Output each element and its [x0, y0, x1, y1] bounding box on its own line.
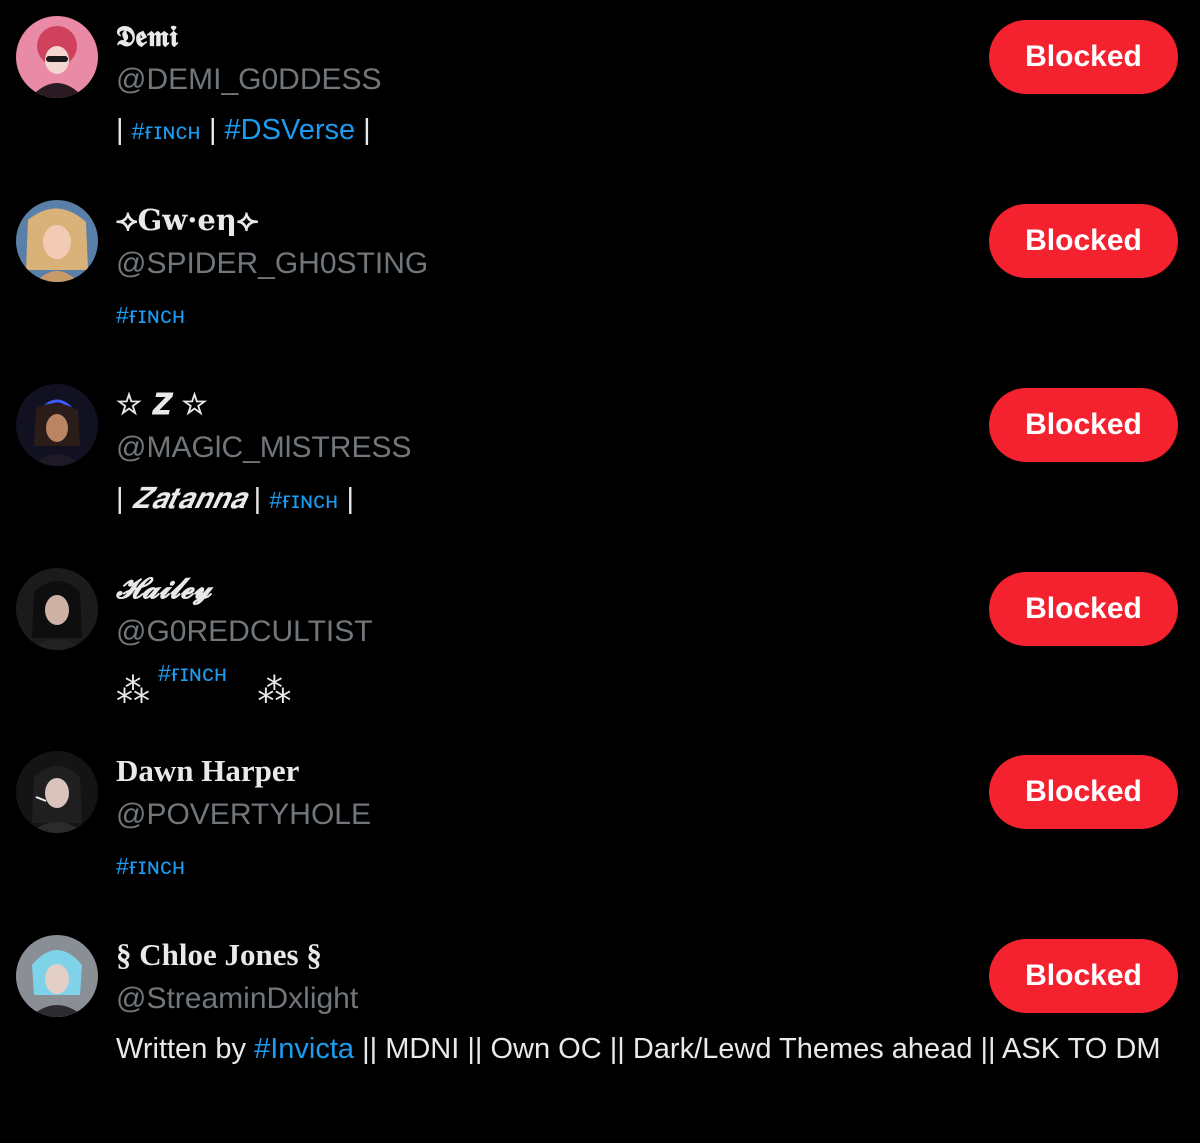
user-handle: @POVERTYHOLE — [116, 798, 371, 831]
user-bio: #ғɪɴᴄʜ — [116, 294, 185, 335]
bio-separator: | — [200, 114, 225, 146]
user-row-gwen[interactable]: ⟢Gw·eη⟣ @SPIDER_GH0STING #ғɪɴᴄʜ Blocked — [0, 184, 1200, 368]
decorative-glyph: ⁂ — [257, 672, 292, 711]
user-bio: ⁂ #ғɪɴᴄʜ ⁂ — [116, 660, 291, 710]
user-bio: #ғɪɴᴄʜ — [116, 845, 185, 886]
user-handle: @SPIDER_GH0STING — [116, 247, 429, 280]
blocked-button[interactable]: Blocked — [989, 388, 1178, 462]
display-name: 𝕯𝖊𝖒𝖎 — [116, 19, 179, 53]
bio-text: || MDNI || Own OC || Dark/Lewd Themes ah… — [354, 1033, 1161, 1065]
display-name: Dawn Harper — [116, 753, 300, 788]
blocked-button[interactable]: Blocked — [989, 939, 1178, 1013]
user-row-z[interactable]: ☆ 𝒁 ☆ @MAGlC_MlSTRESS | 𝒁𝒂𝒕𝒂𝒏𝒏𝒂 | #ғɪɴᴄʜ… — [0, 368, 1200, 552]
bio-separator: | — [116, 483, 132, 515]
user-bio: | #ғɪɴᴄʜ | #DSVerse | — [116, 110, 371, 151]
bio-text: Written by — [116, 1033, 255, 1065]
blocked-button[interactable]: Blocked — [989, 20, 1178, 94]
user-row-dawn-harper[interactable]: Dawn Harper @POVERTYHOLE #ғɪɴᴄʜ Blocked — [0, 735, 1200, 919]
hashtag-link[interactable]: #ғɪɴᴄʜ — [132, 118, 201, 144]
user-bio: Written by #Invicta || MDNI || Own OC ||… — [116, 1029, 1184, 1070]
user-handle: @StreaminDxlight — [116, 982, 359, 1015]
blocked-button[interactable]: Blocked — [989, 572, 1178, 646]
bio-separator: | — [355, 114, 371, 146]
hashtag-link[interactable]: #ғɪɴᴄʜ — [116, 302, 185, 328]
user-row-hailey[interactable]: 𝓗𝓪𝓲𝓵𝓮𝔂 @G0REDCULTIST ⁂ #ғɪɴᴄʜ ⁂ Blocked — [0, 552, 1200, 736]
avatar[interactable] — [16, 384, 98, 466]
display-name: ⟢Gw·eη⟣ — [116, 203, 259, 237]
avatar[interactable] — [16, 568, 98, 650]
bio-separator: | — [116, 114, 132, 146]
avatar[interactable] — [16, 935, 98, 1017]
blocked-button[interactable]: Blocked — [989, 204, 1178, 278]
user-handle: @DEMI_G0DDESS — [116, 63, 382, 96]
avatar[interactable] — [16, 200, 98, 282]
user-handle: @MAGlC_MlSTRESS — [116, 431, 412, 464]
avatar[interactable] — [16, 751, 98, 833]
user-handle: @G0REDCULTIST — [116, 615, 373, 648]
display-name: ☆ 𝒁 ☆ — [116, 387, 208, 421]
bio-text: 𝒁𝒂𝒕𝒂𝒏𝒏𝒂 — [131, 481, 246, 515]
bio-separator: | — [245, 483, 270, 515]
hashtag-link[interactable]: #ғɪɴᴄʜ — [116, 853, 185, 879]
hashtag-link[interactable]: #Invicta — [254, 1033, 354, 1065]
user-row-chloe-jones[interactable]: § Chloe Jones § @StreaminDxlight Written… — [0, 919, 1200, 1143]
user-row-demi[interactable]: 𝕯𝖊𝖒𝖎 @DEMI_G0DDESS | #ғɪɴᴄʜ | #DSVerse |… — [0, 0, 1200, 184]
display-name: 𝓗𝓪𝓲𝓵𝓮𝔂 — [116, 571, 212, 605]
hashtag-link[interactable]: #DSVerse — [225, 114, 356, 146]
blocked-button[interactable]: Blocked — [989, 755, 1178, 829]
hashtag-link[interactable]: #ғɪɴᴄʜ — [269, 487, 338, 513]
hashtag-link[interactable]: #ғɪɴᴄʜ — [158, 660, 227, 686]
display-name: § Chloe Jones § — [116, 937, 322, 972]
avatar[interactable] — [16, 16, 98, 98]
user-bio: | 𝒁𝒂𝒕𝒂𝒏𝒏𝒂 | #ғɪɴᴄʜ | — [116, 478, 354, 520]
bio-separator: | — [338, 483, 355, 515]
decorative-glyph: ⁂ — [116, 672, 150, 711]
